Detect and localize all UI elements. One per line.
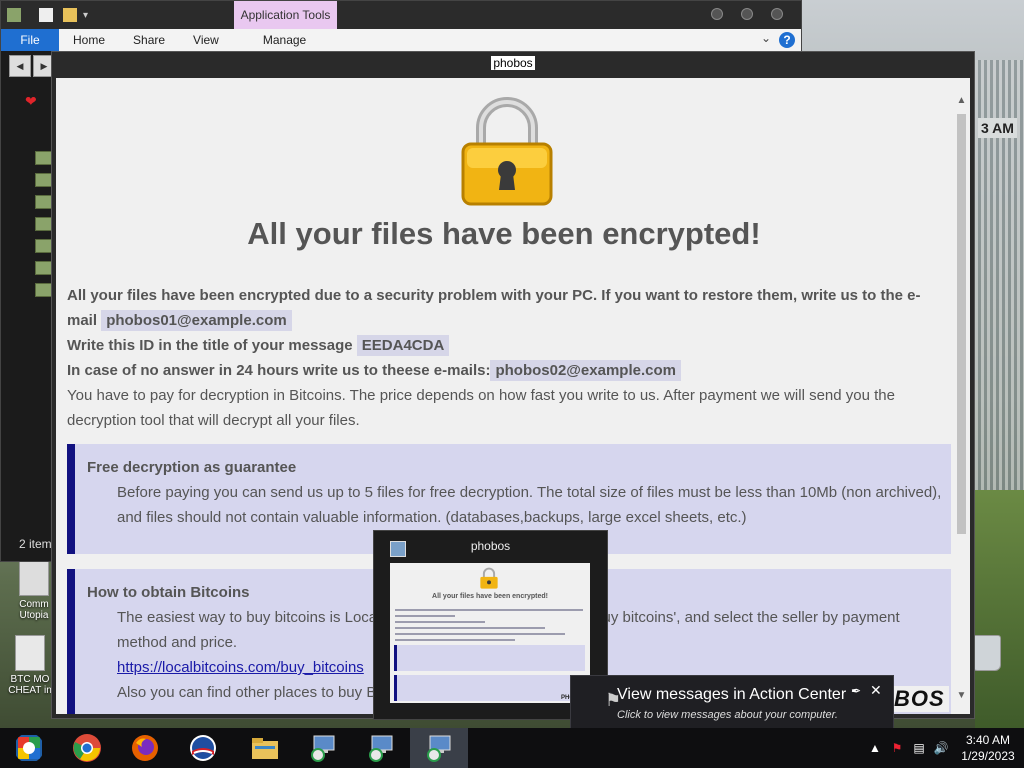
phobos-app-icon	[369, 735, 393, 762]
taskbar: ▲ ⚑ ▤ 🔊 3:40 AM 1/29/2023	[0, 728, 1024, 768]
firefox-icon	[132, 735, 158, 761]
action-center-toast[interactable]: ⚑ View messages in Action Center Click t…	[570, 675, 894, 730]
volume-icon[interactable]: 🔊	[930, 741, 952, 755]
phobos-app-icon	[311, 735, 335, 762]
tab-home[interactable]: Home	[59, 29, 119, 51]
box-text: Before paying you can send us up to 5 fi…	[117, 484, 942, 526]
window-title: phobos	[491, 56, 535, 70]
tab-view[interactable]: View	[179, 29, 233, 51]
toast-subtitle: Click to view messages about your comput…	[617, 709, 838, 721]
help-icon[interactable]: ?	[779, 32, 795, 48]
taskbar-item-chrome[interactable]	[58, 728, 116, 768]
phobos-brand-partial: BOS	[890, 686, 949, 712]
payment-paragraph: You have to pay for decryption in Bitcoi…	[67, 387, 895, 429]
thumbnail-window-preview: All your files have been encrypted! PHOB…	[390, 563, 590, 703]
system-tray: ▲ ⚑ ▤ 🔊 3:40 AM 1/29/2023	[864, 728, 1024, 768]
taskbar-item-phobos-1[interactable]	[294, 728, 352, 768]
clock-date: 1/29/2023	[961, 749, 1015, 763]
desktop-icon-comm[interactable]: Comm Utopia	[14, 560, 54, 621]
box-title: Free decryption as guarantee	[87, 459, 297, 476]
obama-logo-icon	[190, 735, 216, 761]
clock-time: 3:40 AM	[965, 733, 1011, 747]
ribbon-expand-icon[interactable]: ⌄	[761, 31, 771, 45]
desktop-wallpaper-sign: 3 AM	[978, 118, 1017, 138]
ribbon-tabs: File Home Share View Manage ⌄ ?	[1, 29, 801, 51]
page-title: All your files have been encrypted!	[247, 216, 761, 251]
window-controls[interactable]	[711, 8, 783, 20]
colorful-app-icon	[16, 735, 42, 761]
show-hidden-icons[interactable]: ▲	[864, 741, 886, 755]
back-button[interactable]: ◀	[9, 55, 31, 77]
instruction-line-email: All your files have been encrypted due t…	[67, 287, 921, 331]
taskbar-item-action-center[interactable]	[0, 728, 58, 768]
taskbar-item-file-explorer[interactable]	[236, 728, 294, 768]
mini-box	[394, 645, 585, 671]
mini-padlock-icon	[480, 567, 498, 589]
action-center-flag-icon[interactable]: ⚑	[886, 741, 908, 755]
app-icon	[19, 560, 49, 596]
scroll-up-icon[interactable]: ▲	[953, 92, 970, 109]
network-icon[interactable]: ▤	[908, 741, 930, 755]
desktop-icon-label: Comm Utopia	[19, 599, 49, 621]
instructions: All your files have been encrypted due t…	[67, 283, 947, 433]
taskbar-item-phobos-3[interactable]	[410, 728, 468, 768]
vertical-scrollbar[interactable]: ▲ ▼	[953, 78, 970, 714]
mini-text-line	[395, 639, 515, 641]
close-icon[interactable]: ✕	[870, 682, 882, 699]
desktop-icon-label: BTC MO CHEAT in	[8, 674, 52, 696]
minimize-button[interactable]	[711, 8, 723, 20]
localbitcoins-link[interactable]: https://localbitcoins.com/buy_bitcoins	[117, 659, 364, 676]
scrollbar-thumb[interactable]	[957, 114, 966, 534]
application-tools-label: Application Tools	[234, 1, 337, 29]
file-explorer-icon	[252, 738, 278, 759]
explorer-titlebar[interactable]: ▾ Application Tools	[1, 1, 801, 29]
tab-manage[interactable]: Manage	[249, 29, 320, 51]
taskbar-item-obama[interactable]	[174, 728, 232, 768]
desktop-wallpaper-grass	[975, 490, 1024, 728]
mini-text-line	[395, 609, 583, 611]
clock[interactable]: 3:40 AM 1/29/2023	[952, 732, 1024, 764]
instruction-line-id: Write this ID in the title of your messa…	[67, 333, 947, 358]
favorites-heart-icon: ❤	[25, 93, 37, 109]
new-folder-icon[interactable]	[63, 8, 77, 22]
mini-text-line	[395, 615, 455, 617]
recycle-bin-icon	[971, 635, 1001, 671]
thumbnail-title: phobos	[470, 539, 511, 553]
email-secondary: phobos02@example.com	[490, 360, 681, 381]
chevron-down-icon[interactable]: ▾	[83, 10, 88, 21]
chrome-icon	[73, 734, 101, 762]
scroll-down-icon[interactable]: ▼	[953, 687, 970, 704]
status-item-count: 2 item	[19, 537, 52, 551]
mini-text-line	[395, 633, 565, 635]
maximize-button[interactable]	[741, 8, 753, 20]
mini-text-line	[395, 627, 545, 629]
taskbar-item-firefox[interactable]	[116, 728, 174, 768]
properties-icon[interactable]	[39, 8, 53, 22]
file-icon	[15, 635, 45, 671]
desktop-icon-btc[interactable]: BTC MO CHEAT in	[6, 635, 54, 696]
mini-box	[394, 675, 585, 701]
folder-icon	[7, 8, 21, 22]
close-button[interactable]	[771, 8, 783, 20]
mini-text-line	[395, 621, 485, 623]
victim-id: EEDA4CDA	[356, 335, 450, 356]
instruction-line-backup: In case of no answer in 24 hours write u…	[67, 358, 947, 383]
phobos-app-icon	[427, 735, 451, 762]
tab-share[interactable]: Share	[119, 29, 179, 51]
tab-file[interactable]: File	[1, 29, 59, 51]
email-primary: phobos01@example.com	[101, 310, 292, 331]
mini-heading: All your files have been encrypted!	[432, 593, 548, 600]
taskbar-item-phobos-2[interactable]	[352, 728, 410, 768]
toast-title: View messages in Action Center	[617, 686, 847, 703]
pin-icon[interactable]: ✒	[851, 684, 861, 698]
padlock-icon	[461, 97, 553, 206]
